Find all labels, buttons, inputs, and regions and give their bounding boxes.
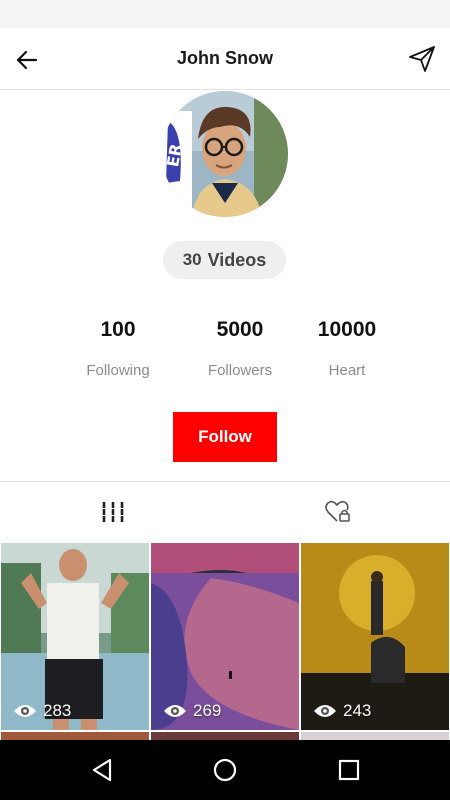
view-count: 243 [313, 701, 371, 721]
followers-label: Followers [207, 362, 273, 379]
share-button[interactable] [406, 43, 438, 75]
eye-icon [14, 705, 36, 717]
follow-button[interactable]: Follow [173, 412, 277, 462]
view-count-text: 269 [193, 701, 222, 720]
liked-lock-icon [324, 500, 350, 522]
video-count: 30 [182, 250, 202, 269]
stat-followers[interactable]: 5000 Followers [180, 318, 300, 379]
divider [0, 481, 450, 482]
heart-label: Heart [328, 362, 366, 379]
system-nav-bar [0, 740, 450, 800]
eye-icon [164, 705, 186, 717]
status-bar [0, 0, 450, 28]
nav-recents-icon [338, 759, 360, 781]
video-tile-partial[interactable] [151, 732, 299, 740]
nav-home-button[interactable] [211, 756, 239, 784]
top-app-bar: John Snow [0, 28, 450, 90]
following-count: 100 [100, 318, 136, 341]
grid-icon [102, 502, 123, 522]
stat-following[interactable]: 100 Following [58, 318, 178, 379]
video-tile[interactable]: 269 [151, 543, 299, 730]
nav-home-icon [213, 758, 237, 782]
video-tile[interactable]: 243 [301, 543, 449, 730]
nav-back-button[interactable] [88, 756, 116, 784]
video-tile[interactable]: 283 [1, 543, 149, 730]
tab-videos[interactable] [0, 492, 225, 532]
video-tile-partial[interactable] [301, 732, 449, 740]
following-label: Following [86, 362, 150, 379]
followers-count: 5000 [216, 318, 264, 341]
view-count-text: 283 [43, 701, 72, 720]
videos-label: Videos [207, 249, 267, 270]
send-icon [409, 46, 435, 72]
view-count: 269 [163, 701, 221, 721]
nav-recents-button[interactable] [335, 756, 363, 784]
avatar[interactable]: ER [162, 91, 288, 217]
video-tile-partial[interactable] [1, 732, 149, 740]
page-title: John Snow [177, 48, 273, 68]
stat-heart[interactable]: 10000 Heart [287, 318, 407, 379]
tab-liked[interactable] [225, 492, 450, 532]
heart-count: 10000 [317, 318, 377, 341]
profile-photo: ER [162, 91, 288, 217]
nav-back-icon [92, 758, 112, 782]
view-count: 283 [13, 701, 71, 721]
eye-icon [314, 705, 336, 717]
view-count-text: 243 [343, 701, 372, 720]
video-count-badge: 30 Videos [163, 241, 286, 279]
svg-text:ER: ER [163, 142, 186, 168]
